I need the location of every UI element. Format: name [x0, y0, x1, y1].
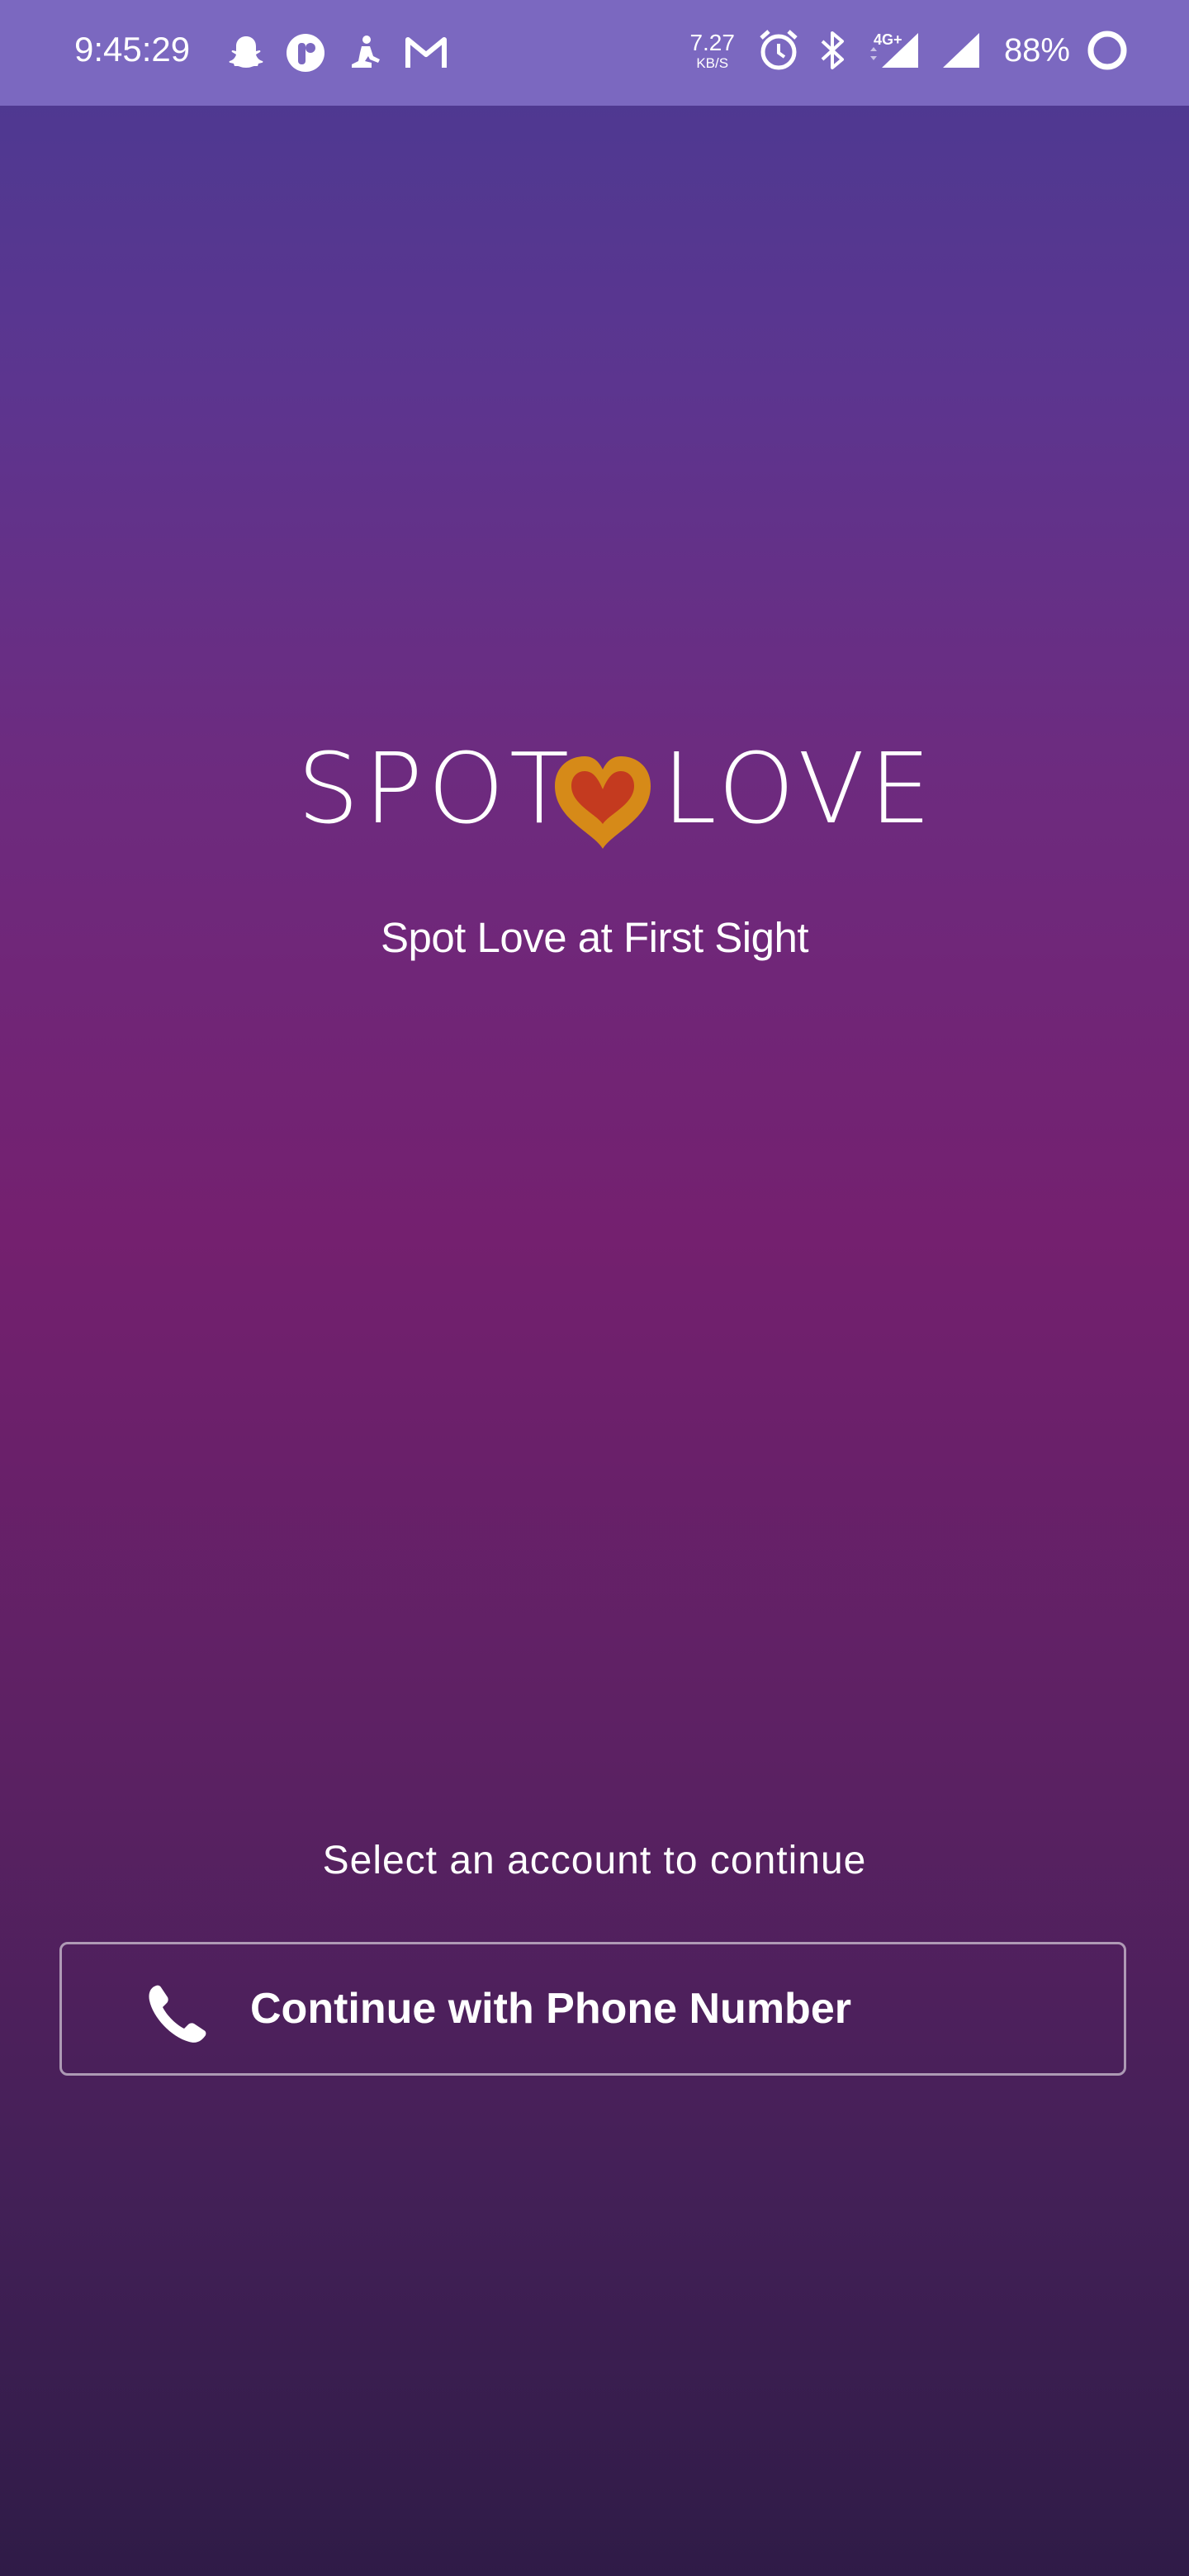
battery-ring-icon	[1085, 28, 1130, 73]
signal-4g-icon: 4G+	[864, 28, 921, 73]
status-time: 9:45:29	[74, 30, 191, 69]
phone-icon	[144, 1981, 211, 2047]
tagline: Spot Love at First Sight	[380, 914, 809, 961]
continue-button-label: Continue with Phone Number	[250, 1985, 851, 2033]
bluetooth-icon	[816, 28, 849, 73]
network-type-label: 4G+	[874, 31, 902, 48]
gmail-icon	[403, 31, 449, 74]
network-speed-value: 7.27	[689, 29, 735, 55]
notification-icons	[225, 31, 449, 74]
logo-word-love: LOVE	[662, 732, 936, 845]
account-prompt: Select an account to continue	[322, 1839, 867, 1882]
logo-word-spot: SPOT	[297, 732, 575, 845]
battery-percent: 88%	[1003, 31, 1070, 69]
app-logo: SPOT LOVE	[297, 732, 931, 859]
network-speed-unit: KB/S	[696, 54, 729, 71]
continue-with-phone-button[interactable]: Continue with Phone Number	[59, 1942, 1126, 2076]
alarm-icon	[756, 28, 801, 73]
network-speed: 7.27 KB/S	[689, 31, 735, 70]
app-icon	[284, 31, 327, 74]
signal-icon	[936, 28, 983, 73]
meditation-icon	[343, 31, 386, 74]
heart-icon	[550, 753, 656, 850]
system-indicators: 7.27 KB/S 4G+ 88%	[689, 28, 1130, 73]
status-bar: 9:45:29 7.27 KB/S 4G+ 88%	[0, 0, 1189, 106]
snapchat-icon	[225, 31, 268, 74]
